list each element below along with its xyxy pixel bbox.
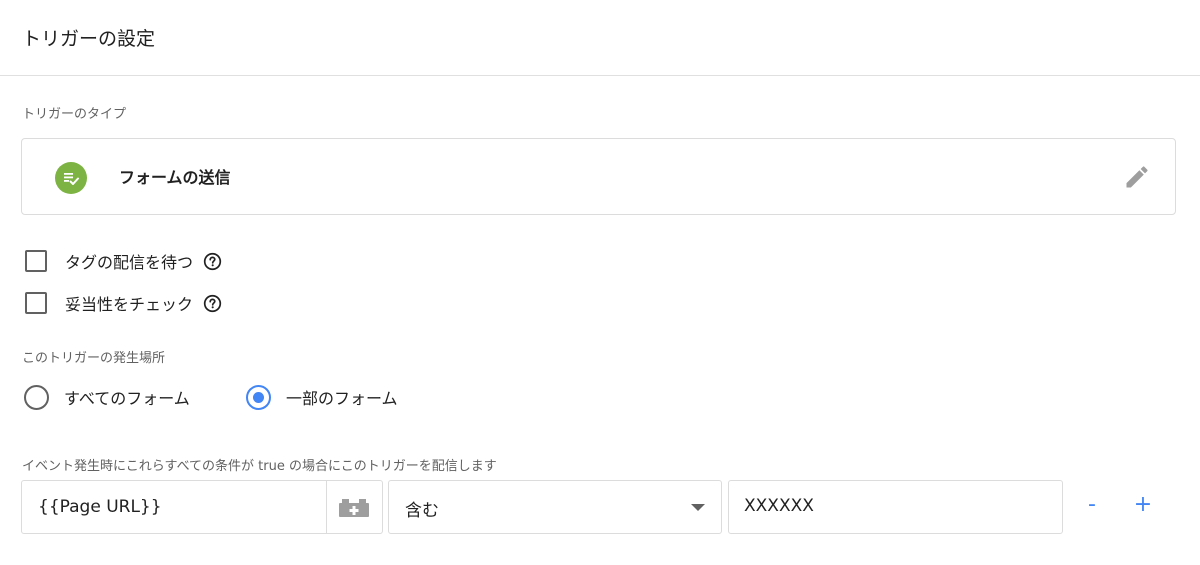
condition-variable-field[interactable]: {{Page URL}} <box>21 480 383 534</box>
fire-on-label: このトリガーの発生場所 <box>22 351 166 366</box>
variable-block-icon <box>339 499 369 517</box>
help-icon[interactable] <box>203 252 222 271</box>
add-condition-button[interactable]: + <box>1128 491 1158 521</box>
form-check-icon <box>55 162 87 194</box>
some-forms-radio[interactable] <box>246 384 271 410</box>
trigger-type-card[interactable]: フォームの送信 <box>21 138 1176 215</box>
dropdown-arrow-icon <box>691 504 705 511</box>
condition-value-field <box>728 480 1063 534</box>
all-forms-label: すべてのフォーム <box>64 389 190 408</box>
some-forms-label: 一部のフォーム <box>286 389 398 408</box>
trigger-type-label: トリガーのタイプ <box>22 107 127 122</box>
all-forms-option: すべてのフォーム <box>24 384 190 410</box>
wait-for-tags-label: タグの配信を待つ <box>65 253 194 272</box>
condition-value-input[interactable] <box>744 496 1044 516</box>
some-forms-option: 一部のフォーム <box>246 384 398 410</box>
wait-for-tags-row: タグの配信を待つ <box>25 249 222 273</box>
condition-operator-value: 含む <box>405 501 439 521</box>
trigger-type-name: フォームの送信 <box>119 168 231 187</box>
check-validation-row: 妥当性をチェック <box>25 291 222 315</box>
check-validation-checkbox[interactable] <box>25 292 47 314</box>
page-title: トリガーの設定 <box>22 28 156 50</box>
edit-pencil-icon[interactable] <box>1123 163 1151 191</box>
remove-condition-button[interactable]: - <box>1077 491 1107 521</box>
conditions-label: イベント発生時にこれらすべての条件が true の場合にこのトリガーを配信します <box>22 459 497 474</box>
header: トリガーの設定 <box>0 0 1200 76</box>
help-icon[interactable] <box>203 294 222 313</box>
all-forms-radio[interactable] <box>24 384 49 410</box>
wait-for-tags-checkbox[interactable] <box>25 250 47 272</box>
check-validation-label: 妥当性をチェック <box>65 295 194 314</box>
condition-variable-value: {{Page URL}} <box>38 497 162 517</box>
condition-operator-select[interactable]: 含む <box>388 480 722 534</box>
variable-picker-button[interactable] <box>326 481 382 533</box>
